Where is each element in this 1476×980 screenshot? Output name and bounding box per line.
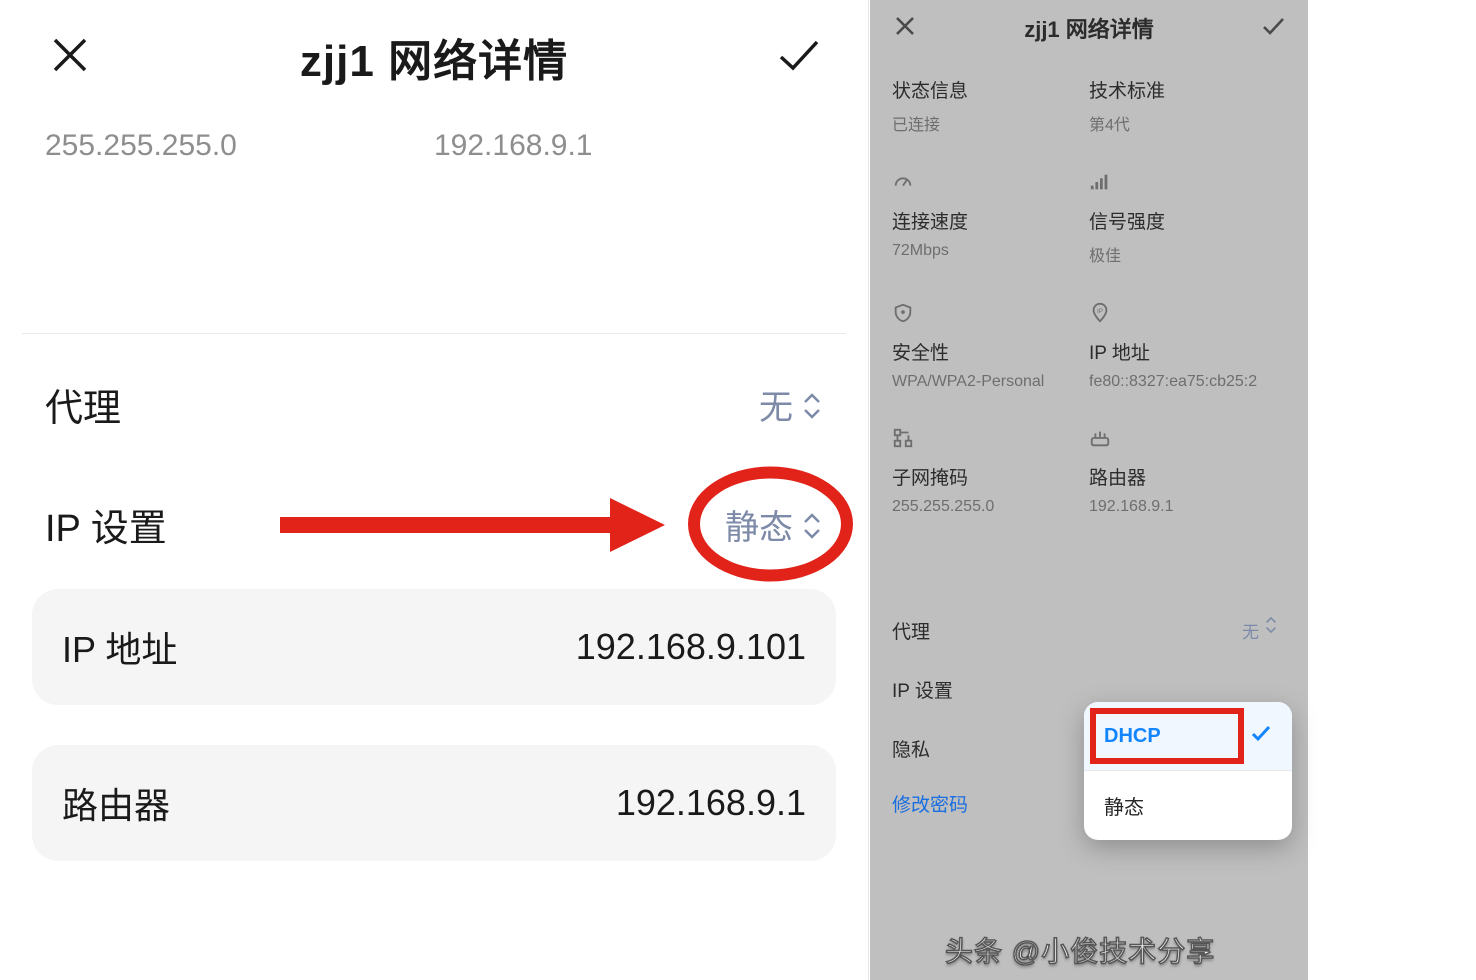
router-value: 192.168.9.1 — [1089, 498, 1286, 516]
updown-icon — [801, 390, 823, 418]
speed-value: 72Mbps — [892, 242, 1089, 260]
signal-value: 极佳 — [1089, 242, 1286, 266]
updown-icon — [1264, 616, 1286, 644]
ip-label: IP 地址 — [1089, 338, 1286, 365]
router-label: 路由器 — [1089, 463, 1286, 490]
standard-label: 技术标准 — [1089, 76, 1286, 103]
info-grid: 状态信息 已连接 技术标准 第4代 连接速度 72Mbps 信号强度 极佳 — [870, 54, 1308, 530]
ip-settings-value: 静态 — [725, 500, 823, 549]
confirm-icon[interactable] — [773, 30, 823, 85]
router-label: 路由器 — [62, 777, 170, 829]
status-value: 已连接 — [892, 111, 1089, 135]
standard-cell: 技术标准 第4代 — [1089, 76, 1286, 135]
signal-cell: 信号强度 极佳 — [1089, 171, 1286, 266]
ip-address-value: 192.168.9.101 — [576, 626, 806, 668]
dhcp-label: DHCP — [1104, 725, 1161, 748]
page-title: zjj1 网络详情 — [300, 25, 568, 89]
ip-address-field[interactable]: IP 地址 192.168.9.101 — [32, 589, 836, 705]
confirm-icon[interactable] — [1260, 13, 1286, 44]
check-icon — [1250, 722, 1272, 750]
ip-settings-dropdown: DHCP 静态 — [1084, 702, 1292, 840]
subnet-value: 255.255.255.0 — [892, 498, 1089, 516]
proxy-row[interactable]: 代理 无 — [870, 600, 1308, 660]
signal-label: 信号强度 — [1089, 207, 1286, 234]
header: zjj1 网络详情 — [870, 0, 1308, 54]
status-label: 状态信息 — [892, 76, 1089, 103]
header: zjj1 网络详情 — [10, 0, 858, 119]
close-icon[interactable] — [45, 30, 95, 85]
dropdown-item-static[interactable]: 静态 — [1084, 771, 1292, 840]
ip-address-label: IP 地址 — [62, 621, 177, 673]
gauge-icon — [892, 171, 914, 193]
dropdown-item-dhcp[interactable]: DHCP — [1084, 702, 1292, 770]
network-icon — [892, 427, 914, 449]
page-title: zjj1 网络详情 — [1024, 12, 1154, 44]
ip-settings-label: IP 设置 — [45, 497, 167, 552]
ip-settings-label: IP 设置 — [892, 676, 953, 703]
subnet-router-display: 255.255.255.0 192.168.9.1 — [10, 119, 858, 163]
location-icon: IP — [1089, 302, 1111, 324]
proxy-label: 代理 — [892, 617, 930, 644]
proxy-value: 无 — [1242, 616, 1286, 644]
subnet-label: 子网掩码 — [892, 463, 1089, 490]
security-cell: 安全性 WPA/WPA2-Personal — [892, 302, 1089, 391]
proxy-value: 无 — [759, 380, 823, 429]
speed-cell: 连接速度 72Mbps — [892, 171, 1089, 266]
signal-bars-icon — [1089, 171, 1111, 193]
router-icon — [1089, 427, 1111, 449]
standard-value: 第4代 — [1089, 111, 1286, 135]
security-label: 安全性 — [892, 338, 1089, 365]
watermark: 头条 @小俊技术分享 — [945, 930, 1425, 970]
router-cell: 路由器 192.168.9.1 — [1089, 427, 1286, 516]
subnet-cell: 子网掩码 255.255.255.0 — [892, 427, 1089, 516]
static-label: 静态 — [1104, 791, 1144, 820]
shield-icon — [892, 302, 914, 324]
updown-icon — [801, 510, 823, 538]
close-icon[interactable] — [892, 13, 918, 44]
speed-label: 连接速度 — [892, 207, 1089, 234]
status-cell: 状态信息 已连接 — [892, 76, 1089, 135]
router-field[interactable]: 路由器 192.168.9.1 — [32, 745, 836, 861]
ip-value: fe80::8327:ea75:cb25:2 — [1089, 373, 1286, 391]
ip-settings-row[interactable]: IP 设置 静态 — [10, 464, 858, 584]
divider — [22, 333, 846, 334]
right-screenshot: zjj1 网络详情 状态信息 已连接 技术标准 第4代 连接速度 72Mbps — [870, 0, 1308, 980]
privacy-label: 隐私 — [892, 735, 930, 762]
proxy-row[interactable]: 代理 无 — [10, 344, 858, 464]
router-value: 192.168.9.1 — [616, 782, 806, 824]
router-value-top: 192.168.9.1 — [434, 129, 823, 163]
panel-divider — [868, 0, 869, 980]
ip-cell: IP IP 地址 fe80::8327:ea75:cb25:2 — [1089, 302, 1286, 391]
security-value: WPA/WPA2-Personal — [892, 373, 1089, 391]
svg-text:IP: IP — [1097, 308, 1103, 315]
proxy-label: 代理 — [45, 377, 121, 432]
left-screenshot: zjj1 网络详情 255.255.255.0 192.168.9.1 代理 无… — [0, 0, 868, 980]
subnet-mask-value: 255.255.255.0 — [45, 129, 434, 163]
